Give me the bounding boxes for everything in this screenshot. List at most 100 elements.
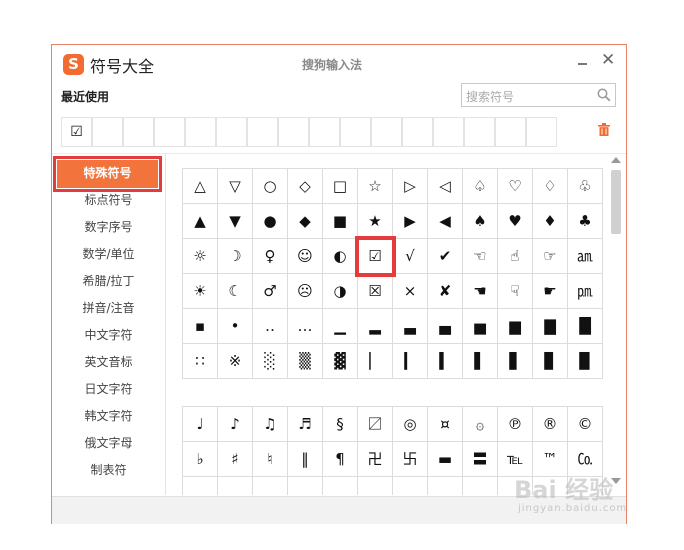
symbol-cell[interactable]: ‥ [253, 309, 288, 344]
symbol-cell[interactable]: ▋ [498, 344, 533, 379]
symbol-cell[interactable]: ☹ [288, 274, 323, 309]
symbol-cell[interactable]: ☾ [218, 274, 253, 309]
symbol-cell[interactable]: ♩ [183, 407, 218, 442]
symbol-cell[interactable] [463, 477, 498, 495]
sidebar-item-6[interactable]: 中文字符 [52, 322, 165, 349]
sidebar-item-7[interactable]: 英文音标 [52, 349, 165, 376]
symbol-cell[interactable] [218, 477, 253, 495]
symbol-cell[interactable]: ▇ [533, 309, 568, 344]
symbol-cell[interactable]: ☞ [533, 239, 568, 274]
symbol-cell[interactable]: ♀ [253, 239, 288, 274]
sidebar-item-9[interactable]: 韩文字符 [52, 403, 165, 430]
symbol-cell[interactable]: ▽ [218, 169, 253, 204]
symbol-cell[interactable]: █ [568, 309, 603, 344]
search-icon[interactable] [597, 88, 611, 102]
symbol-cell[interactable]: © [568, 407, 603, 442]
symbol-cell[interactable]: 〼 [358, 407, 393, 442]
symbol-cell[interactable]: ♡ [498, 169, 533, 204]
symbol-cell[interactable]: ☝ [498, 239, 533, 274]
symbol-cell[interactable] [288, 477, 323, 495]
sidebar-item-4[interactable]: 希腊/拉丁 [52, 268, 165, 295]
symbol-cell[interactable]: ◁ [428, 169, 463, 204]
recent-symbol-cell[interactable] [278, 117, 309, 147]
scrollbar[interactable] [608, 154, 626, 495]
symbol-cell[interactable]: ▶ [393, 204, 428, 239]
symbol-cell[interactable]: ♥ [498, 204, 533, 239]
symbol-cell[interactable]: ▄ [428, 309, 463, 344]
symbol-cell[interactable]: ▁ [323, 309, 358, 344]
symbol-cell[interactable]: ☆ [358, 169, 393, 204]
symbol-cell[interactable]: ㏂ [568, 239, 603, 274]
symbol-cell[interactable]: √ [393, 239, 428, 274]
symbol-cell[interactable]: ◎ [393, 407, 428, 442]
symbol-cell[interactable]: ☽ [218, 239, 253, 274]
minimize-button[interactable] [576, 53, 590, 69]
symbol-cell[interactable]: … [288, 309, 323, 344]
symbol-cell[interactable]: ▪ [183, 309, 218, 344]
recent-symbol-cell[interactable] [402, 117, 433, 147]
symbol-cell[interactable]: ◇ [288, 169, 323, 204]
symbol-cell[interactable]: ▲ [183, 204, 218, 239]
symbol-cell[interactable] [393, 477, 428, 495]
sidebar-item-10[interactable]: 俄文字母 [52, 430, 165, 457]
symbol-cell[interactable]: ☚ [463, 274, 498, 309]
symbol-cell[interactable]: ♯ [218, 442, 253, 477]
recent-symbol-cell[interactable] [433, 117, 464, 147]
symbol-cell[interactable]: ☟ [498, 274, 533, 309]
recent-symbol-cell[interactable] [92, 117, 123, 147]
recent-symbol-cell[interactable] [340, 117, 371, 147]
symbol-cell[interactable]: ‖ [288, 442, 323, 477]
symbol-cell[interactable]: ☼ [183, 239, 218, 274]
recent-symbol-cell[interactable] [309, 117, 340, 147]
symbol-cell[interactable]: ㏘ [568, 274, 603, 309]
symbol-cell[interactable]: ★ [358, 204, 393, 239]
symbol-cell[interactable]: ○ [253, 169, 288, 204]
recent-symbol-cell[interactable] [185, 117, 216, 147]
sidebar-item-8[interactable]: 日文字符 [52, 376, 165, 403]
symbol-cell[interactable]: ▎ [393, 344, 428, 379]
symbol-cell[interactable]: § [323, 407, 358, 442]
symbol-cell[interactable]: ◑ [323, 274, 358, 309]
symbol-cell[interactable]: 卍 [358, 442, 393, 477]
symbol-cell[interactable]: ♦ [533, 204, 568, 239]
symbol-cell[interactable]: ☒ [358, 274, 393, 309]
recent-symbol-cell[interactable] [526, 117, 557, 147]
symbol-cell[interactable]: ☑ [355, 236, 396, 277]
symbol-cell[interactable]: ▊ [533, 344, 568, 379]
symbol-cell[interactable]: ▃ [393, 309, 428, 344]
symbol-cell[interactable]: ® [533, 407, 568, 442]
symbol-cell[interactable]: • [218, 309, 253, 344]
symbol-cell[interactable]: 卐 [393, 442, 428, 477]
symbol-cell[interactable]: ☺ [288, 239, 323, 274]
symbol-cell[interactable]: ▼ [218, 204, 253, 239]
symbol-cell[interactable]: ☛ [533, 274, 568, 309]
recent-symbol-cell[interactable] [464, 117, 495, 147]
symbol-cell[interactable]: ♧ [568, 169, 603, 204]
symbol-cell[interactable]: ◀ [428, 204, 463, 239]
recent-symbol-cell[interactable] [154, 117, 185, 147]
symbol-cell[interactable]: ◆ [288, 204, 323, 239]
symbol-cell[interactable]: ▓ [323, 344, 358, 379]
symbol-cell[interactable]: ♢ [533, 169, 568, 204]
sidebar-item-5[interactable]: 拼音/注音 [52, 295, 165, 322]
symbol-cell[interactable]: ♣ [568, 204, 603, 239]
symbol-cell[interactable]: ▍ [428, 344, 463, 379]
scroll-up-icon[interactable] [611, 157, 621, 163]
trash-icon[interactable] [598, 123, 610, 136]
symbol-cell[interactable] [358, 477, 393, 495]
scroll-thumb[interactable] [611, 170, 621, 234]
symbol-cell[interactable]: ¶ [323, 442, 358, 477]
sidebar-item-11[interactable]: 制表符 [52, 457, 165, 484]
symbol-cell[interactable]: △ [183, 169, 218, 204]
sidebar-item-3[interactable]: 数学/单位 [52, 241, 165, 268]
sidebar-item-0[interactable]: 特殊符号 [53, 156, 162, 192]
symbol-cell[interactable]: ▏ [358, 344, 393, 379]
symbol-cell[interactable]: ◐ [323, 239, 358, 274]
symbol-cell[interactable]: ♭ [183, 442, 218, 477]
recent-symbol-cell[interactable] [216, 117, 247, 147]
recent-symbol-cell[interactable]: ☑ [61, 117, 92, 147]
symbol-cell[interactable]: ♪ [218, 407, 253, 442]
symbol-cell[interactable]: ♬ [288, 407, 323, 442]
symbol-cell[interactable] [323, 477, 358, 495]
symbol-cell[interactable]: □ [323, 169, 358, 204]
